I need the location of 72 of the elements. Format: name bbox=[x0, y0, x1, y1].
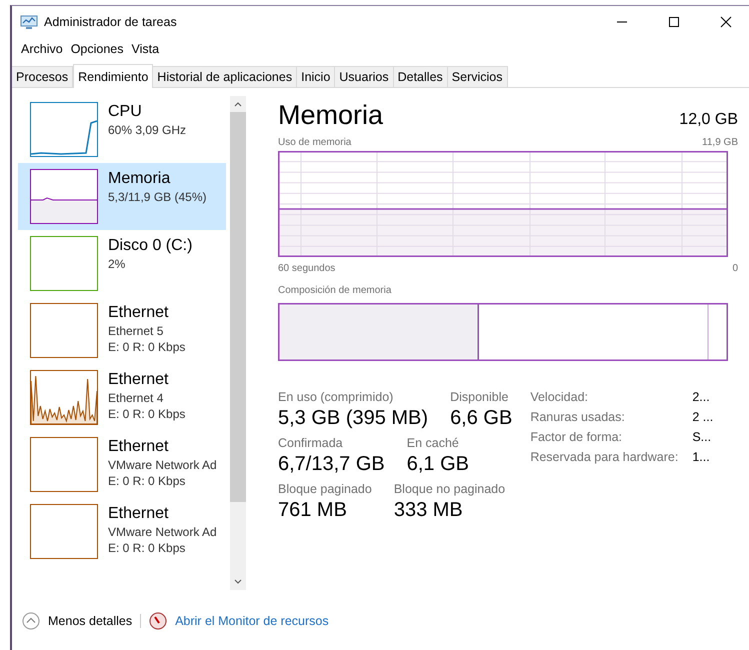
device-detail: E: 0 R: 0 Kbps bbox=[108, 406, 186, 422]
app-icon bbox=[20, 14, 38, 30]
stat-label: Confirmada bbox=[278, 435, 344, 451]
sidebar-item[interactable]: Ethernet VMware Network Ad E: 0 R: 0 Kbps bbox=[18, 498, 226, 565]
stat-value: 6,6 GB bbox=[450, 406, 512, 431]
stat-value: 6,1 GB bbox=[406, 452, 470, 477]
device-name: Ethernet bbox=[108, 437, 170, 457]
property-label: Velocidad: bbox=[530, 389, 590, 406]
menu-item[interactable]: Archivo bbox=[18, 40, 66, 58]
stat-label: Bloque no paginado bbox=[394, 481, 506, 497]
fewer-details-link[interactable]: Menos detalles bbox=[48, 614, 132, 628]
sidebar-item[interactable]: Ethernet VMware Network Ad E: 0 R: 0 Kbps bbox=[18, 431, 226, 498]
chart-label: Composición de memoria bbox=[278, 285, 392, 298]
stat-value: 761 MB bbox=[278, 498, 348, 523]
time-span-label: 60 segundos bbox=[278, 263, 336, 276]
stat-label: En caché bbox=[406, 435, 460, 451]
property-label: Reservada para hardware: bbox=[530, 449, 678, 466]
tab[interactable]: Procesos bbox=[12, 66, 74, 87]
stat-value: 6,7/13,7 GB bbox=[278, 452, 385, 477]
device-detail: E: 0 R: 0 Kbps bbox=[108, 473, 186, 489]
stat-value: 333 MB bbox=[394, 498, 464, 523]
menu-item[interactable]: Opciones bbox=[68, 40, 126, 58]
device-name: Ethernet bbox=[108, 303, 170, 323]
stat-label: En uso (comprimido) bbox=[278, 389, 394, 405]
total-memory: 12,0 GB bbox=[679, 111, 738, 129]
tab[interactable]: Rendimiento bbox=[73, 64, 154, 88]
chevron-up-icon[interactable] bbox=[22, 612, 40, 630]
property-label: Factor de forma: bbox=[530, 429, 624, 446]
chart-label: Uso de memoria bbox=[278, 137, 352, 150]
maximize-icon[interactable] bbox=[668, 16, 680, 28]
property-value: 2 ... bbox=[692, 409, 714, 426]
scrollbar[interactable] bbox=[230, 96, 246, 590]
axis-min: 0 bbox=[732, 263, 738, 276]
section-title: Memoria bbox=[278, 100, 384, 131]
device-detail: VMware Network Ad bbox=[108, 524, 217, 540]
device-name: Ethernet bbox=[108, 504, 170, 524]
tab[interactable]: Usuarios bbox=[335, 66, 394, 87]
sidebar-item[interactable]: Ethernet Ethernet 4 E: 0 R: 0 Kbps bbox=[18, 364, 226, 431]
device-detail: 60% 3,09 GHz bbox=[108, 122, 186, 138]
property-value: 2... bbox=[692, 389, 711, 406]
resource-monitor-link[interactable]: Abrir el Monitor de recursos bbox=[175, 614, 329, 628]
device-name: Disco 0 (C:) bbox=[108, 236, 192, 256]
menu-item[interactable]: Vista bbox=[128, 40, 162, 58]
device-detail: 2% bbox=[108, 256, 126, 272]
tab[interactable]: Historial de aplicaciones bbox=[153, 66, 298, 87]
device-detail: VMware Network Ad bbox=[108, 457, 217, 473]
axis-max: 11,9 GB bbox=[702, 137, 738, 150]
device-detail: E: 0 R: 0 Kbps bbox=[108, 540, 186, 556]
stat-label: Bloque paginado bbox=[278, 481, 372, 497]
tab[interactable]: Detalles bbox=[394, 66, 448, 87]
sidebar-item[interactable]: Memoria 5,3/11,9 GB (45%) bbox=[18, 163, 226, 230]
device-name: Ethernet bbox=[108, 370, 170, 390]
sidebar-item[interactable]: CPU 60% 3,09 GHz bbox=[18, 96, 226, 163]
tab[interactable]: Inicio bbox=[297, 66, 336, 87]
property-label: Ranuras usadas: bbox=[530, 409, 626, 426]
scrollbar-thumb[interactable] bbox=[230, 112, 246, 502]
property-value: S... bbox=[692, 429, 712, 446]
device-detail: 5,3/11,9 GB (45%) bbox=[108, 189, 206, 205]
close-icon[interactable] bbox=[720, 16, 732, 28]
device-name: CPU bbox=[108, 102, 143, 122]
device-detail: Ethernet 5 bbox=[108, 323, 164, 339]
device-detail: E: 0 R: 0 Kbps bbox=[108, 339, 186, 355]
property-value: 1... bbox=[692, 449, 711, 466]
stat-label: Disponible bbox=[450, 389, 510, 405]
sidebar-item[interactable]: Ethernet Ethernet 5 E: 0 R: 0 Kbps bbox=[18, 297, 226, 364]
window-title: Administrador de tareas bbox=[44, 15, 177, 29]
sidebar-item[interactable]: Disco 0 (C:) 2% bbox=[18, 230, 226, 297]
device-name: Memoria bbox=[108, 169, 172, 189]
tab[interactable]: Servicios bbox=[448, 66, 508, 87]
device-detail: Ethernet 4 bbox=[108, 390, 164, 406]
stat-value: 5,3 GB (395 MB) bbox=[278, 406, 428, 431]
gauge-icon bbox=[149, 612, 168, 630]
